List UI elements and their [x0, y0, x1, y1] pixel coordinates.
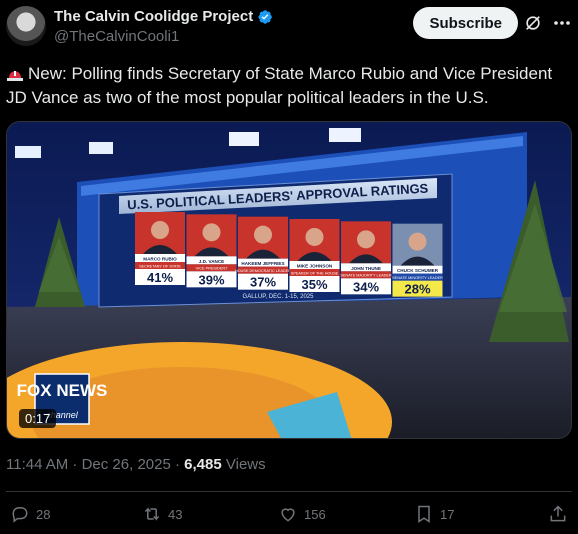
- repost-button[interactable]: 43: [142, 504, 182, 524]
- leader-head: [357, 230, 375, 249]
- leader-card: MIKE JOHNSON SPEAKER OF THE HOUSE 35%: [289, 218, 340, 292]
- reply-icon: [12, 506, 28, 523]
- bookmark-count: 17: [440, 506, 455, 522]
- graphic-source: GALLUP, DEC. 1-15, 2025: [243, 294, 315, 300]
- leader-title: SENATE MAJORITY LEADER: [340, 274, 392, 278]
- video-frame: U.S. POLITICAL LEADERS' APPROVAL RATINGS…: [7, 122, 571, 438]
- action-bar: 28 43 156 17: [10, 504, 568, 528]
- more-icon[interactable]: [552, 14, 572, 32]
- post-header: The Calvin Coolidge Project @TheCalvinCo…: [6, 6, 572, 48]
- siren-emoji-icon: [7, 71, 23, 81]
- bookmark-button[interactable]: 17: [414, 504, 454, 524]
- meta-separator: ·: [175, 456, 185, 473]
- post-body: New: Polling finds Secretary of State Ma…: [6, 64, 553, 107]
- leader-approval: 28%: [404, 282, 430, 297]
- leader-approval: 37%: [250, 275, 276, 290]
- post-text: New: Polling finds Secretary of State Ma…: [6, 62, 572, 110]
- leader-title: HOUSE DEMOCRATIC LEADER: [235, 269, 291, 273]
- post-meta: 11:44 AM · Dec 26, 2025 · 6,485 Views: [6, 456, 266, 473]
- name-row: The Calvin Coolidge Project: [54, 8, 273, 25]
- leader-title: SECRETARY OF STATE: [139, 264, 181, 268]
- leader-name: CHUCK SCHUMER: [397, 268, 439, 273]
- verified-badge-icon: [258, 9, 273, 24]
- leader-approval: 35%: [301, 277, 327, 292]
- leader-name: MARCO RUBIO: [143, 257, 177, 262]
- leader-approval: 41%: [147, 270, 173, 285]
- leader-card: MARCO RUBIO SECRETARY OF STATE 41%: [135, 212, 185, 285]
- grok-icon[interactable]: [524, 14, 542, 32]
- like-count: 156: [304, 506, 326, 522]
- video-duration: 0:17: [19, 409, 57, 428]
- leader-name: MIKE JOHNSON: [297, 263, 333, 268]
- bookmark-icon: [418, 505, 430, 523]
- like-button[interactable]: 156: [278, 504, 326, 524]
- subscribe-button[interactable]: Subscribe: [413, 7, 518, 39]
- video-player[interactable]: U.S. POLITICAL LEADERS' APPROVAL RATINGS…: [6, 121, 572, 439]
- repost-count: 43: [168, 506, 183, 522]
- leader-approval: 39%: [198, 272, 224, 287]
- leader-name: JOHN THUNE: [351, 266, 381, 271]
- account-handle[interactable]: @TheCalvinCooli1: [54, 28, 179, 45]
- leader-title: VICE PRESIDENT: [196, 267, 228, 271]
- leader-name: HAKEEM JEFFRIES: [241, 261, 284, 266]
- reply-count: 28: [36, 506, 51, 522]
- views-label: Views: [225, 456, 266, 473]
- logo-text: FOX NEWS: [17, 381, 108, 400]
- avatar[interactable]: [6, 6, 46, 46]
- leader-card: HAKEEM JEFFRIES HOUSE DEMOCRATIC LEADER 37…: [235, 216, 291, 290]
- leader-approval: 34%: [353, 279, 379, 294]
- reply-button[interactable]: 28: [10, 504, 50, 524]
- post-timestamp[interactable]: 11:44 AM · Dec 26, 2025: [6, 456, 171, 473]
- views-count: 6,485: [184, 456, 222, 473]
- divider: [6, 491, 572, 492]
- leader-head: [151, 221, 169, 239]
- leader-name: J.D. VANCE: [199, 259, 224, 264]
- leader-head: [254, 225, 272, 244]
- leader-card: J.D. VANCE VICE PRESIDENT39%: [186, 214, 237, 288]
- leader-title: SPEAKER OF THE HOUSE: [291, 271, 339, 275]
- leader-head: [408, 232, 427, 251]
- leader-head: [202, 223, 221, 242]
- like-icon: [281, 508, 295, 522]
- leader-head: [305, 227, 324, 246]
- display-name[interactable]: The Calvin Coolidge Project: [54, 8, 253, 25]
- repost-icon: [144, 507, 160, 521]
- leader-card: CHUCK SCHUMER SENATE MINORITY LEADER 28%: [392, 223, 443, 297]
- leader-card: JOHN THUNE SENATE MAJORITY LEADER34%: [340, 221, 392, 295]
- share-icon: [550, 505, 566, 522]
- share-button[interactable]: [548, 504, 568, 524]
- leader-title: SENATE MINORITY LEADER: [392, 276, 443, 280]
